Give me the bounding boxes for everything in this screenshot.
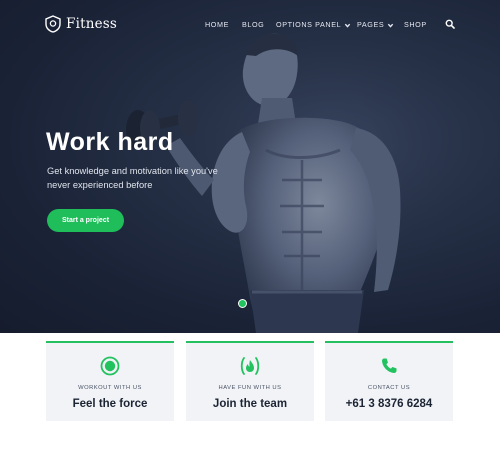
card-eyebrow: CONTACT US xyxy=(367,385,411,391)
nav-label: SHOP xyxy=(404,20,427,29)
chevron-down-icon xyxy=(344,23,351,28)
nav-label: OPTIONS PANEL xyxy=(276,20,342,29)
slider-pagination-dot[interactable] xyxy=(238,299,247,308)
target-icon xyxy=(100,356,120,376)
feature-card-workout[interactable]: WORKOUT WITH US Feel the force xyxy=(46,341,174,421)
card-eyebrow: HAVE FUN WITH US xyxy=(218,385,282,391)
hero-title: Work hard xyxy=(46,128,174,156)
nav-item-blog[interactable]: BLOG xyxy=(242,20,264,30)
nav-label: BLOG xyxy=(242,20,265,29)
top-navigation: Fitness HOME BLOG OPTIONS PANEL PAGES SH… xyxy=(0,0,500,50)
hero-section: Fitness HOME BLOG OPTIONS PANEL PAGES SH… xyxy=(0,0,500,333)
nav-label: PAGES xyxy=(357,20,385,29)
start-project-button[interactable]: Start a project xyxy=(47,209,124,232)
nav-item-pages[interactable]: PAGES xyxy=(357,20,394,30)
card-title: Join the team xyxy=(212,398,288,410)
nav-item-options-panel[interactable]: OPTIONS PANEL xyxy=(276,20,351,30)
feature-card-team[interactable]: HAVE FUN WITH US Join the team xyxy=(186,341,314,421)
fire-icon xyxy=(240,357,260,375)
card-title: +61 3 8376 6284 xyxy=(345,398,433,410)
phone-icon xyxy=(382,358,397,373)
nav-item-home[interactable]: HOME xyxy=(205,20,229,30)
chevron-down-icon xyxy=(388,23,394,28)
search-icon[interactable] xyxy=(445,19,455,29)
feature-card-contact[interactable]: CONTACT US +61 3 8376 6284 xyxy=(325,341,453,421)
hero-subtitle: Get knowledge and motivation like you've… xyxy=(47,166,218,190)
nav-item-shop[interactable]: SHOP xyxy=(404,20,427,30)
card-title: Feel the force xyxy=(72,398,148,410)
nav-label: HOME xyxy=(205,20,229,29)
card-eyebrow: WORKOUT WITH US xyxy=(78,385,142,391)
main-menu: HOME BLOG OPTIONS PANEL PAGES SHOP xyxy=(0,20,500,32)
